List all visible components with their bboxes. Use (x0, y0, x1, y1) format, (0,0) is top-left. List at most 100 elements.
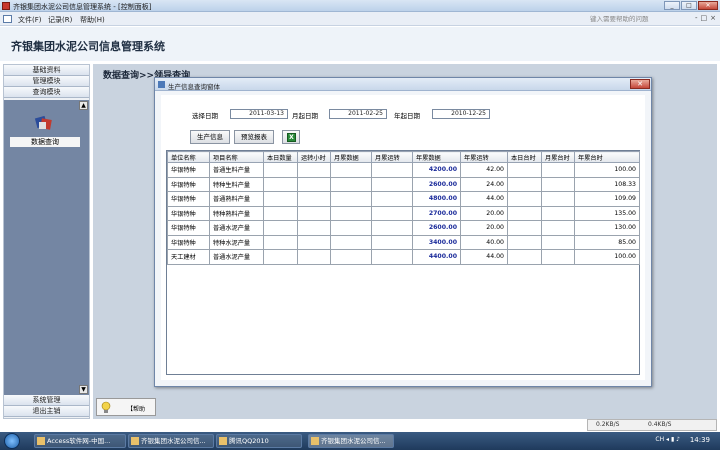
table-cell (263, 234, 298, 250)
dialog-title: 生产信息查询窗体 (168, 83, 220, 91)
column-header[interactable]: 月累数据 (330, 151, 372, 163)
table-row[interactable]: 华银特种 普通熟料产量 4800.00 44.00 109.09 (167, 191, 640, 207)
clock[interactable]: 14:39 (690, 436, 710, 444)
column-header[interactable]: 本日台时 (507, 151, 542, 163)
dialog-icon (158, 81, 165, 88)
table-cell: 普通水泥产量 (209, 220, 264, 236)
column-header[interactable]: 单位名称 (167, 151, 210, 163)
download-speed: 0.2KB/S (596, 421, 620, 428)
taskbar-item-label: 腾讯QQ2010 (229, 437, 269, 445)
data-query-label[interactable]: 数据查询 (10, 137, 80, 147)
table-cell: 108.33 (574, 176, 640, 192)
table-cell: 华银特种 (167, 162, 210, 178)
table-cell (507, 234, 542, 250)
table-cell (297, 162, 331, 178)
table-cell: 特种水泥产量 (209, 234, 264, 250)
table-cell: 天工建材 (167, 249, 210, 265)
month-start-field[interactable]: 2011-02-25 (329, 109, 387, 119)
scroll-down-button[interactable]: ▼ (79, 385, 88, 394)
network-speed-widget: 0.2KB/S 0.4KB/S (587, 419, 717, 431)
sidebar-item-logout[interactable]: 退出主销 (4, 406, 89, 417)
table-cell: 华银特种 (167, 205, 210, 221)
table-cell (330, 205, 372, 221)
year-start-field[interactable]: 2010-12-25 (432, 109, 490, 119)
table-cell (263, 205, 298, 221)
sidebar-item-management[interactable]: 管理模块 (4, 76, 89, 87)
inner-restore-button[interactable]: □ (701, 14, 708, 22)
window-controls: _ □ ✕ (664, 1, 718, 10)
table-cell (371, 191, 413, 207)
table-cell (297, 249, 331, 265)
month-start-label: 月起日期 (292, 112, 318, 120)
table-cell: 华银特种 (167, 220, 210, 236)
table-cell: 20.00 (460, 220, 508, 236)
form-icon (3, 15, 12, 23)
taskbar-item[interactable]: 齐银集团水泥公司信... (128, 434, 214, 448)
table-cell: 100.00 (574, 249, 640, 265)
table-cell: 普通熟料产量 (209, 191, 264, 207)
table-cell (297, 220, 331, 236)
production-info-button[interactable]: 生产信息 (190, 130, 230, 144)
menu-bar: 文件(F) 记录(R) 帮助(H) 键入需要帮助的问题 - □ × (0, 12, 720, 26)
taskbar-item[interactable]: Access软件网-中国... (34, 434, 126, 448)
scroll-up-button[interactable]: ▲ (79, 101, 88, 110)
table-cell (507, 176, 542, 192)
table-cell: 130.00 (574, 220, 640, 236)
system-tray[interactable]: CH ◂ ▮ ♪ (655, 436, 680, 443)
menu-help[interactable]: 帮助(H) (80, 15, 105, 25)
column-header[interactable]: 年累数据 (412, 151, 461, 163)
menu-file[interactable]: 文件(F) (18, 15, 42, 25)
table-cell (263, 176, 298, 192)
production-data-grid[interactable]: 单位名称 项目名称 本日数量 运转小时 月累数据 月累运转 年累数据 年累运转 … (166, 150, 640, 375)
table-cell (541, 205, 575, 221)
data-query-icon[interactable] (34, 114, 54, 132)
start-button[interactable] (4, 433, 20, 449)
table-cell: 普通生料产量 (209, 162, 264, 178)
table-cell: 特种生料产量 (209, 176, 264, 192)
excel-icon: X (287, 133, 296, 142)
table-row[interactable]: 华银特种 特种水泥产量 3400.00 40.00 85.00 (167, 234, 640, 250)
table-row[interactable]: 华银特种 特种熟料产量 2700.00 20.00 135.00 (167, 205, 640, 221)
inner-close-button[interactable]: × (710, 14, 716, 22)
taskbar-item[interactable]: 齐银集团水泥公司信... (308, 434, 394, 448)
menu-record[interactable]: 记录(R) (48, 15, 72, 25)
table-row[interactable]: 华银特种 特种生料产量 2600.00 24.00 108.33 (167, 176, 640, 192)
column-header[interactable]: 月累运转 (371, 151, 413, 163)
app-icon (131, 437, 139, 445)
column-header[interactable]: 项目名称 (209, 151, 264, 163)
table-cell: 20.00 (460, 205, 508, 221)
app-icon (37, 437, 45, 445)
table-cell: 2600.00 (412, 176, 461, 192)
table-cell (371, 234, 413, 250)
table-row[interactable]: 天工建材 普通水泥产量 4400.00 44.00 100.00 (167, 249, 640, 265)
sidebar-item-query[interactable]: 查询模块 (4, 87, 89, 98)
dialog-close-button[interactable]: ✕ (630, 79, 650, 89)
help-search-input[interactable]: 键入需要帮助的问题 (588, 14, 688, 24)
export-excel-button[interactable]: X (282, 130, 300, 144)
table-cell (263, 220, 298, 236)
column-header[interactable]: 月累台时 (541, 151, 575, 163)
sidebar-item-basic-data[interactable]: 基础资料 (4, 65, 89, 76)
select-date-field[interactable]: 2011-03-13 (230, 109, 288, 119)
column-header[interactable]: 本日数量 (263, 151, 298, 163)
taskbar-item-label: 齐银集团水泥公司信... (321, 437, 386, 445)
taskbar-item-label: Access软件网-中国... (47, 437, 111, 445)
table-cell (263, 191, 298, 207)
sidebar: 基础资料 管理模块 查询模块 ▲ 数据查询 ▼ 系统管理 退出主销 (3, 64, 90, 419)
table-cell: 44.00 (460, 191, 508, 207)
column-header[interactable]: 年累运转 (460, 151, 508, 163)
table-row[interactable]: 华银特种 普通水泥产量 2600.00 20.00 130.00 (167, 220, 640, 236)
maximize-button[interactable]: □ (681, 1, 697, 10)
preview-report-button[interactable]: 预览报表 (234, 130, 274, 144)
table-row[interactable]: 华银特种 普通生料产量 4200.00 42.00 100.00 (167, 162, 640, 178)
column-header[interactable]: 年累台时 (574, 151, 640, 163)
table-cell: 华银特种 (167, 234, 210, 250)
table-cell: 4800.00 (412, 191, 461, 207)
taskbar-item[interactable]: 腾讯QQ2010 (216, 434, 302, 448)
close-button[interactable]: ✕ (698, 1, 718, 10)
dialog-body: 选择日期 2011-03-13 月起日期 2011-02-25 年起日期 201… (161, 95, 645, 380)
inner-minimize-button[interactable]: - (695, 14, 698, 22)
minimize-button[interactable]: _ (664, 1, 680, 10)
sidebar-item-system[interactable]: 系统管理 (4, 395, 89, 406)
column-header[interactable]: 运转小时 (297, 151, 331, 163)
